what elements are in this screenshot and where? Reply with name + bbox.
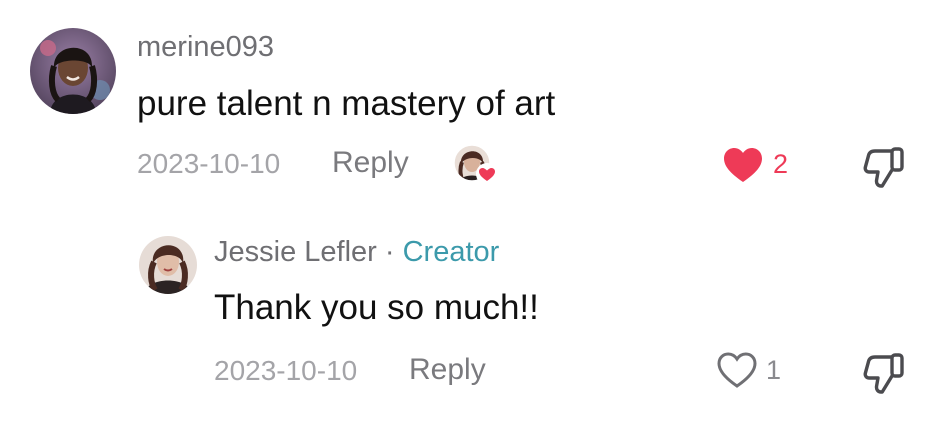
reply-username-line: Jessie Lefler · Creator xyxy=(214,238,499,267)
heart-icon[interactable] xyxy=(716,351,758,389)
creator-liked-badge-icon xyxy=(453,144,499,186)
comment-text: pure talent n mastery of art xyxy=(137,84,556,123)
comment-date: 2023-10-10 xyxy=(137,148,281,179)
like-count: 2 xyxy=(773,149,789,179)
heart-icon[interactable] xyxy=(722,146,764,184)
reply-text: Thank you so much!! xyxy=(214,288,539,327)
thumbs-down-icon[interactable] xyxy=(861,145,907,189)
reply-date: 2023-10-10 xyxy=(214,355,358,386)
reply-username[interactable]: Jessie Lefler xyxy=(214,236,377,268)
like-count: 1 xyxy=(766,355,782,385)
comment-thread: merine093 pure talent n mastery of art 2… xyxy=(0,0,946,430)
avatar[interactable] xyxy=(30,28,116,114)
reply-button[interactable]: Reply xyxy=(332,148,409,178)
thumbs-down-icon[interactable] xyxy=(861,351,907,395)
creator-badge: Creator xyxy=(402,236,500,268)
comment-username[interactable]: merine093 xyxy=(137,33,274,62)
reply-button[interactable]: Reply xyxy=(409,355,486,385)
avatar[interactable] xyxy=(139,236,197,294)
separator-dot: · xyxy=(384,236,395,268)
